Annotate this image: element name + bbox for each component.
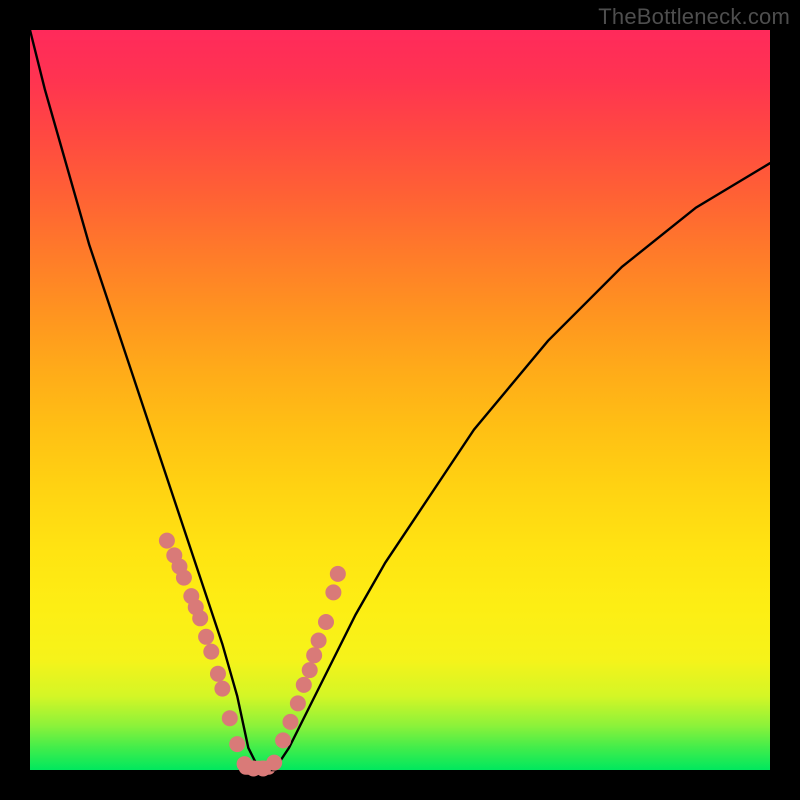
curve-marker: [229, 736, 245, 752]
curve-marker: [203, 644, 219, 660]
plot-area: [30, 30, 770, 770]
curve-marker: [159, 533, 175, 549]
curve-marker: [318, 614, 334, 630]
watermark-text: TheBottleneck.com: [598, 4, 790, 30]
curve-marker: [214, 681, 230, 697]
curve-marker: [176, 570, 192, 586]
chart-frame: TheBottleneck.com: [0, 0, 800, 800]
curve-marker: [266, 755, 282, 771]
bottleneck-curve: [30, 30, 770, 770]
curve-markers: [159, 533, 346, 777]
curve-marker: [192, 610, 208, 626]
curve-marker: [302, 662, 318, 678]
curve-marker: [210, 666, 226, 682]
curve-marker: [306, 647, 322, 663]
curve-marker: [325, 584, 341, 600]
curve-svg: [30, 30, 770, 770]
curve-marker: [275, 732, 291, 748]
curve-marker: [311, 633, 327, 649]
curve-marker: [296, 677, 312, 693]
curve-marker: [330, 566, 346, 582]
curve-marker: [282, 714, 298, 730]
curve-marker: [290, 695, 306, 711]
curve-marker: [222, 710, 238, 726]
curve-marker: [198, 629, 214, 645]
